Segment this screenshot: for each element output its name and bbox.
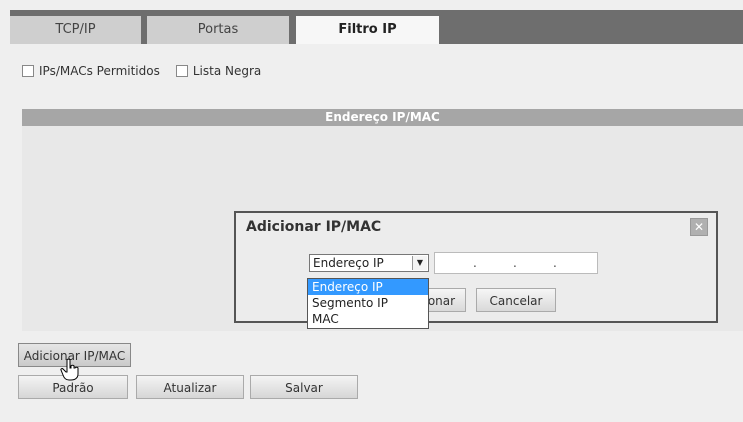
tab-bar: TCP/IP Portas Filtro IP: [10, 16, 743, 44]
tab-portas[interactable]: Portas: [147, 16, 289, 44]
dropdown-option-segment[interactable]: Segmento IP: [308, 295, 428, 311]
blacklist-label: Lista Negra: [192, 64, 262, 78]
filter-checkboxes: IPs/MACs Permitidos Lista Negra: [22, 62, 271, 80]
blacklist-checkbox[interactable]: [175, 65, 188, 77]
ip-dot-1: .: [473, 256, 477, 270]
dialog-title: Adicionar IP/MAC: [246, 219, 382, 235]
blacklist-option[interactable]: Lista Negra: [175, 64, 262, 78]
refresh-button[interactable]: Atualizar: [136, 375, 244, 399]
allowed-label: IPs/MACs Permitidos: [39, 64, 160, 78]
ip-dot-3: .: [553, 256, 557, 270]
save-button[interactable]: Salvar: [250, 375, 358, 399]
type-select[interactable]: Endereço IP ▼: [309, 254, 429, 272]
chevron-down-icon[interactable]: ▼: [412, 256, 427, 270]
ip-dot-2: .: [513, 256, 517, 270]
type-dropdown-list: Endereço IP Segmento IP MAC: [307, 278, 429, 329]
table-header: Endereço IP/MAC: [22, 109, 743, 126]
tab-tcp-ip[interactable]: TCP/IP: [10, 16, 141, 44]
tab-filtro-ip[interactable]: Filtro IP: [296, 16, 439, 44]
dropdown-option-ip[interactable]: Endereço IP: [308, 279, 428, 295]
type-select-value: Endereço IP: [313, 256, 384, 270]
cancel-button[interactable]: Cancelar: [476, 288, 556, 312]
hand-cursor-icon: [60, 358, 79, 381]
allowed-checkbox[interactable]: [22, 65, 34, 77]
close-icon[interactable]: ✕: [690, 218, 708, 236]
dropdown-option-mac[interactable]: MAC: [308, 311, 428, 327]
allowed-option[interactable]: IPs/MACs Permitidos: [22, 64, 160, 78]
ip-address-input[interactable]: . . .: [434, 252, 598, 274]
